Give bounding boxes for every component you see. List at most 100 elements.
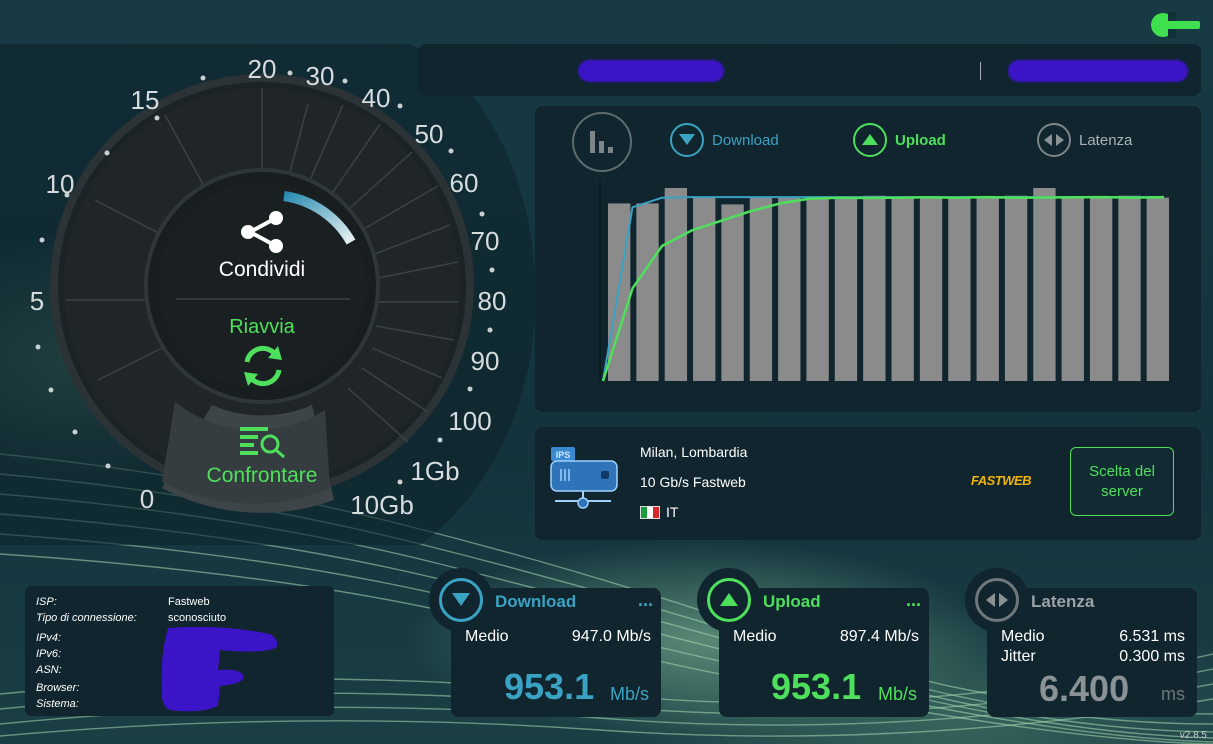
chart-panel: Download Upload Latenza (535, 106, 1201, 412)
speed-chart (599, 181, 1169, 382)
scale-label: 90 (471, 346, 500, 376)
divider (980, 62, 981, 80)
chart-bar (976, 197, 999, 381)
chart-bar (1061, 197, 1084, 381)
ipv6-label: IPv6: (36, 648, 62, 660)
server-panel: IPS Milan, Lombardia 10 Gb/s Fastweb IT … (535, 427, 1201, 540)
chart-bar (919, 197, 943, 381)
scale-label: 10 (46, 169, 75, 199)
chart-bar (834, 197, 858, 381)
latency-title: Latenza (1031, 592, 1095, 611)
compare-button[interactable]: Confrontare (207, 464, 318, 487)
upload-unit: Mb/s (877, 684, 917, 704)
chart-bar (749, 197, 773, 381)
speed-gauge: 0 5 10 15 20 30 40 50 60 70 80 90 100 1G… (0, 44, 536, 545)
ips-badge: IPS (556, 450, 571, 460)
tab-label: Latenza (1079, 131, 1133, 149)
upload-arrow-icon (853, 123, 887, 157)
system-label: Sistema: (36, 698, 79, 710)
scale-label: 20 (248, 54, 277, 84)
download-value: 953.1 (504, 666, 595, 707)
latency-arrows-icon (1037, 123, 1071, 157)
chart-bar (863, 195, 886, 381)
download-arrow-icon (439, 578, 483, 622)
tab-label: Upload (895, 131, 946, 149)
scale-label: 5 (30, 286, 44, 316)
tab-latency[interactable]: Latenza (1037, 122, 1132, 158)
latency-badge (965, 568, 1029, 632)
scale-label: 70 (471, 226, 500, 256)
tab-label: Download (712, 131, 779, 149)
chart-bar (891, 197, 914, 381)
download-arrow-icon (670, 123, 704, 157)
chart-bar (1089, 197, 1113, 381)
latency-value: 6.400 (1039, 668, 1130, 709)
browser-label: Browser: (36, 682, 80, 694)
redacted-host (1008, 60, 1188, 82)
download-avg-label: Medio (465, 628, 509, 645)
server-provider: 10 Gb/s Fastweb (640, 474, 746, 490)
chart-bar (1118, 195, 1141, 381)
download-badge (429, 568, 493, 632)
chart-bar (664, 188, 688, 381)
latency-arrows-icon (975, 578, 1019, 622)
scale-label: 80 (478, 286, 507, 316)
download-card: Download ... Medio 947.0 Mb/s 953.1 Mb/s (429, 568, 661, 717)
select-server-button[interactable]: Scelta del server (1070, 447, 1174, 516)
tab-upload[interactable]: Upload (853, 122, 946, 158)
scale-label: 60 (450, 168, 479, 198)
download-more-button[interactable]: ... (638, 590, 653, 611)
latency-unit: ms (1161, 684, 1185, 704)
upload-value: 953.1 (771, 666, 862, 707)
server-country: IT (640, 504, 678, 520)
scale-label: 0 (140, 484, 154, 514)
country-code: IT (666, 504, 679, 520)
jitter-value: 0.300 ms (1119, 648, 1185, 665)
jitter-label: Jitter (1001, 648, 1036, 665)
upload-card: Upload ... Medio 897.4 Mb/s 953.1 Mb/s (697, 568, 929, 717)
latency-avg-label: Medio (1001, 628, 1045, 645)
scale-label: 30 (306, 61, 335, 91)
download-title: Download (495, 592, 577, 611)
isp-label: ISP: (36, 596, 57, 608)
italy-flag-icon (640, 505, 660, 519)
chart-bar (636, 203, 659, 381)
chart-bar (1033, 188, 1056, 381)
upload-badge (697, 568, 761, 632)
upload-arrow-icon (707, 578, 751, 622)
isp-value: Fastweb (168, 596, 210, 608)
scale-label: 50 (415, 119, 444, 149)
download-unit: Mb/s (609, 684, 649, 704)
bar-chart-icon (590, 131, 613, 153)
scale-label: 40 (362, 83, 391, 113)
top-bar (418, 44, 1201, 96)
wrench-icon[interactable] (1150, 12, 1202, 38)
chart-bar (721, 204, 744, 381)
redacted-info (161, 626, 278, 712)
chart-bar (1146, 197, 1169, 381)
fastweb-logo: FASTWEB (971, 473, 1032, 488)
server-icon: IPS (550, 447, 618, 509)
upload-avg-label: Medio (733, 628, 777, 645)
chart-bar (948, 197, 971, 381)
connection-type-value: sconosciuto (168, 612, 227, 624)
upload-more-button[interactable]: ... (906, 590, 921, 611)
history-button[interactable] (572, 112, 632, 172)
download-avg-value: 947.0 Mb/s (571, 628, 651, 645)
server-location: Milan, Lombardia (640, 444, 748, 460)
connection-type-label: Tipo di connessione: (36, 612, 137, 624)
connection-info-panel: ISP: Fastweb Tipo di connessione: sconos… (25, 586, 334, 716)
ipv4-label: IPv4: (36, 632, 62, 644)
share-button[interactable]: Condividi (219, 258, 305, 281)
upload-title: Upload (763, 592, 821, 611)
tab-download[interactable]: Download (670, 122, 779, 158)
latency-card: Latenza Medio 6.531 ms Jitter 0.300 ms 6… (965, 568, 1197, 717)
redacted-ip (578, 60, 724, 82)
restart-button[interactable]: Riavvia (229, 316, 295, 338)
scale-label: 1Gb (410, 456, 459, 486)
scale-label: 100 (448, 406, 491, 436)
chart-bar (1004, 195, 1028, 381)
scale-label: 10Gb (350, 490, 414, 520)
chart-bar (778, 197, 801, 381)
asn-label: ASN: (36, 664, 62, 676)
